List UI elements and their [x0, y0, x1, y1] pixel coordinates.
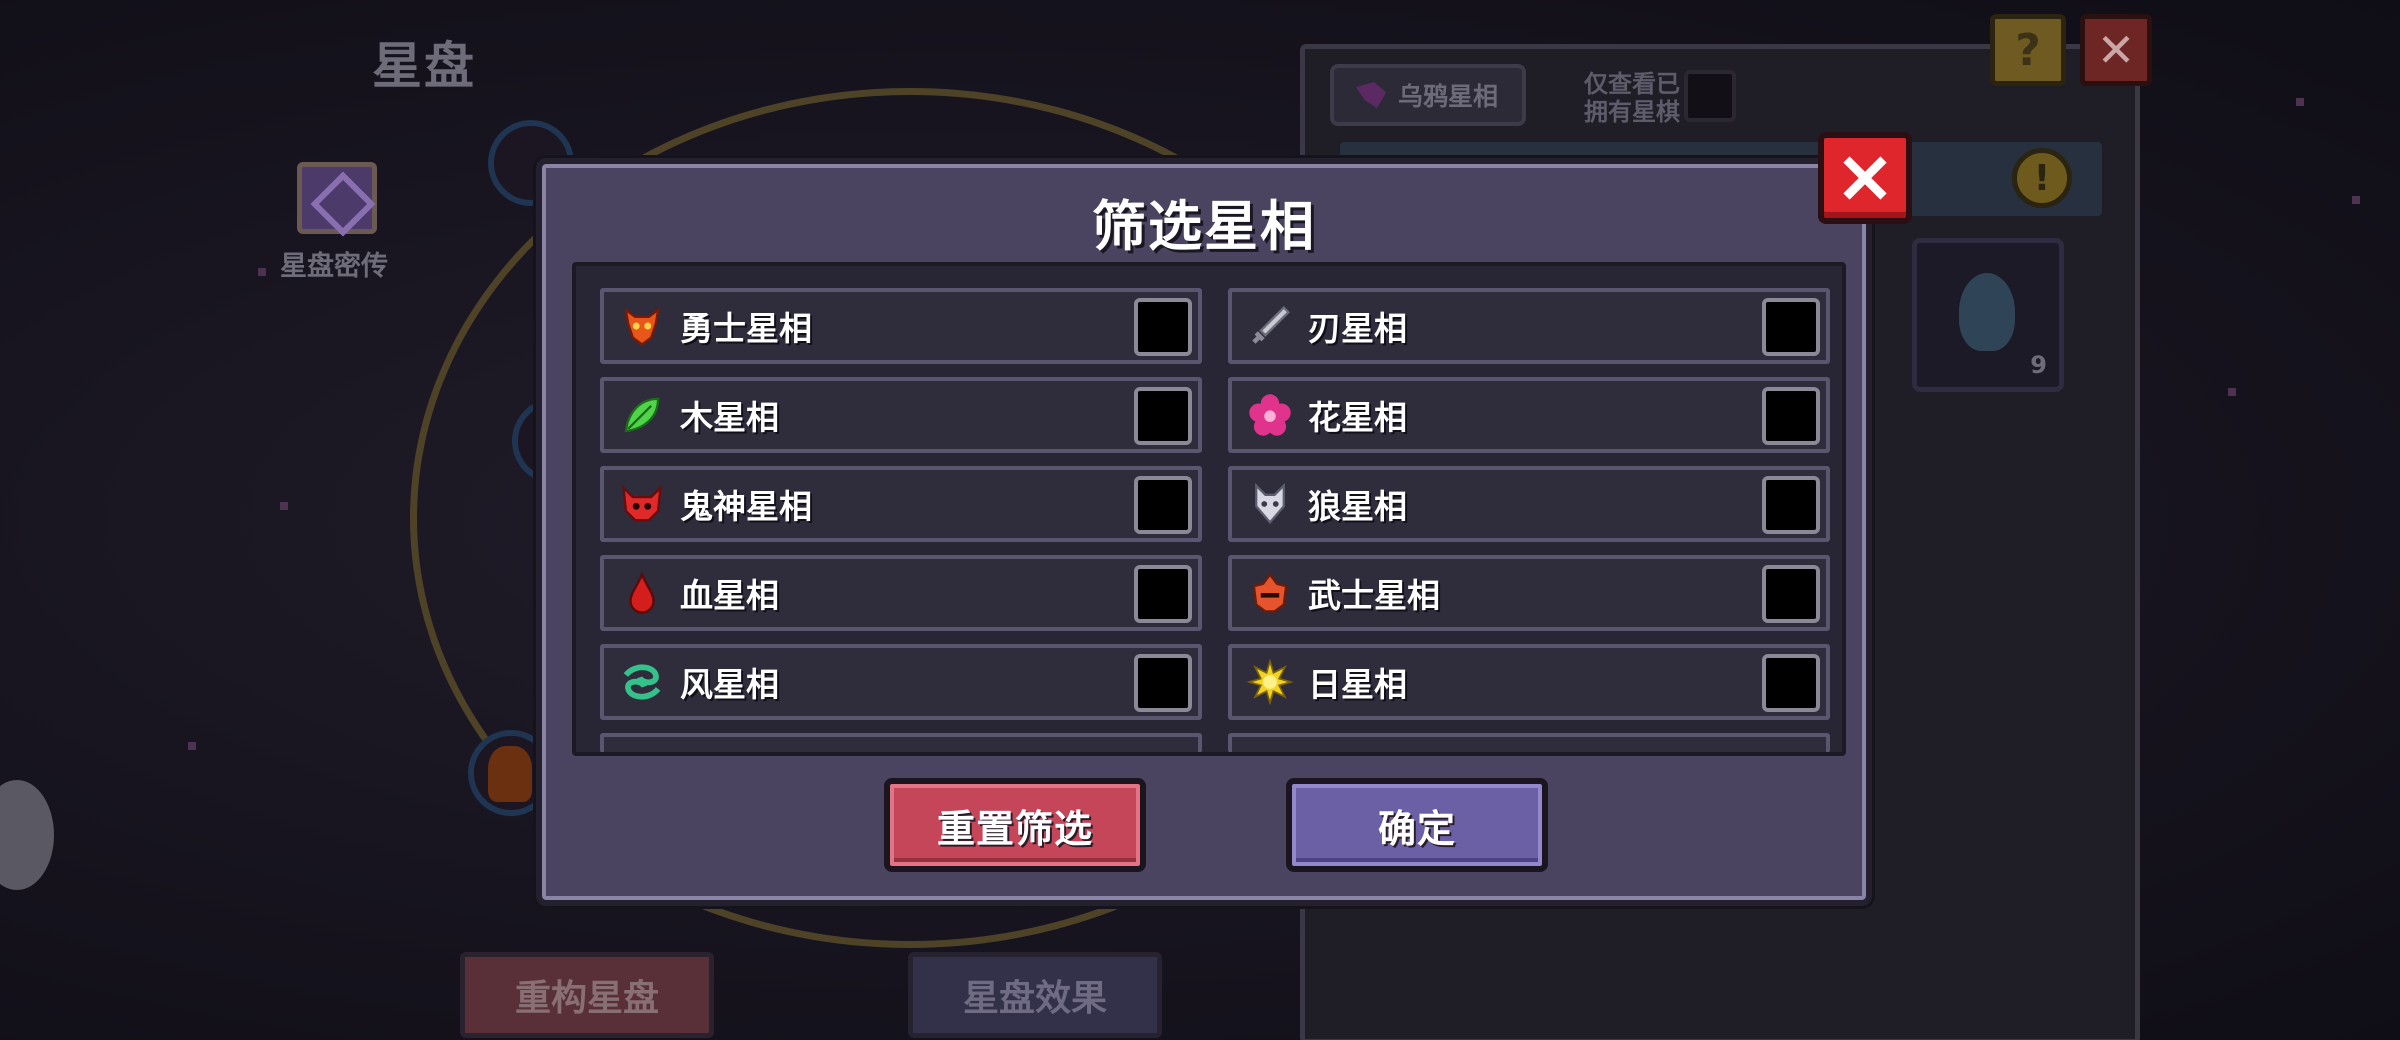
aspect-label: 刃星相: [1308, 309, 1407, 348]
aspect-row-blood[interactable]: 血星相: [600, 555, 1202, 631]
samurai-icon: [1246, 569, 1294, 617]
aspect-checkbox[interactable]: [1134, 654, 1192, 712]
aspect-row-wood[interactable]: 木星相: [600, 377, 1202, 453]
aspect-checkbox[interactable]: [1762, 565, 1820, 623]
owned-only-checkbox[interactable]: [1684, 70, 1736, 122]
aspect-row-blade[interactable]: 刃星相: [1228, 288, 1830, 364]
owned-only-line: 仅查看已: [1584, 70, 1680, 98]
starboard-title: 星盘: [372, 37, 476, 95]
owned-only-label: 仅查看已 拥有星棋: [1584, 70, 1680, 126]
leaf-icon: [618, 391, 666, 439]
starboard-secret-icon[interactable]: [297, 162, 377, 234]
aspect-row-wolf[interactable]: 狼星相: [1228, 466, 1830, 542]
starboard-effect-button[interactable]: 星盘效果: [908, 952, 1162, 1038]
rebuild-starboard-button[interactable]: 重构星盘: [460, 952, 714, 1038]
aspect-label: 日星相: [1308, 665, 1407, 704]
aspect-label: 花星相: [1308, 398, 1407, 437]
aspect-label: 勇士星相: [680, 309, 812, 348]
aspect-label: 武士星相: [1308, 576, 1440, 615]
star-sparkle: [2228, 388, 2236, 396]
crow-filter-button[interactable]: 乌鸦星相: [1330, 64, 1526, 126]
dialog-close-button[interactable]: [1818, 132, 1912, 224]
aspect-row-partial[interactable]: [1228, 733, 1830, 752]
aspect-checkbox[interactable]: [1762, 387, 1820, 445]
aspect-label: 狼星相: [1308, 487, 1407, 526]
warning-icon[interactable]: !: [2012, 148, 2072, 208]
flower-icon: [1246, 391, 1294, 439]
game-screen: 星盘 星盘密传 重构星盘 星盘效果 乌鸦星相 仅查看已 拥有星棋 ! 9 ? ✕…: [0, 0, 2400, 1040]
aspect-row-flower[interactable]: 花星相: [1228, 377, 1830, 453]
dialog-title: 筛选星相: [1092, 195, 1316, 258]
reset-filter-button[interactable]: 重置筛选: [884, 778, 1146, 872]
aspect-label: 血星相: [680, 576, 779, 615]
aspect-checkbox[interactable]: [1762, 298, 1820, 356]
panel-close-button[interactable]: ✕: [2080, 14, 2152, 86]
warrior-icon: [618, 302, 666, 350]
aspect-row-wind[interactable]: 风星相: [600, 644, 1202, 720]
chess-card-count: 9: [2030, 351, 2047, 379]
aspect-row-samurai[interactable]: 武士星相: [1228, 555, 1830, 631]
aspect-row-demon[interactable]: 鬼神星相: [600, 466, 1202, 542]
aspect-list[interactable]: 勇士星相 刃星相 木星相 花星相 鬼神星相 狼星相 血星相 武士星相 风星相 日…: [572, 262, 1846, 756]
crow-label: 乌鸦星相: [1398, 82, 1499, 111]
star-sparkle: [2352, 196, 2360, 204]
side-menu-button[interactable]: [0, 780, 54, 890]
aspect-checkbox[interactable]: [1762, 476, 1820, 534]
wolf-icon: [1246, 480, 1294, 528]
aspect-checkbox[interactable]: [1134, 387, 1192, 445]
filter-aspect-dialog: 筛选星相 勇士星相 刃星相 木星相 花星相 鬼神星相 狼星相 血星相 武士星相 …: [536, 132, 1912, 906]
aspect-checkbox[interactable]: [1134, 476, 1192, 534]
aspect-checkbox[interactable]: [1762, 654, 1820, 712]
crow-icon: [1356, 82, 1386, 108]
sun-icon: [1246, 658, 1294, 706]
help-button[interactable]: ?: [1990, 14, 2066, 86]
star-sparkle: [280, 502, 288, 510]
aspect-label: 木星相: [680, 398, 779, 437]
wind-icon: [618, 658, 666, 706]
aspect-checkbox[interactable]: [1134, 565, 1192, 623]
star-sparkle: [188, 742, 196, 750]
chess-card[interactable]: 9: [1912, 238, 2064, 392]
blade-icon: [1246, 302, 1294, 350]
confirm-button[interactable]: 确定: [1286, 778, 1548, 872]
aspect-row-partial[interactable]: [600, 733, 1202, 752]
aspect-row-sun[interactable]: 日星相: [1228, 644, 1830, 720]
star-sparkle: [2296, 98, 2304, 106]
aspect-row-warrior[interactable]: 勇士星相: [600, 288, 1202, 364]
starboard-secret-label: 星盘密传: [280, 251, 388, 282]
aspect-label: 风星相: [680, 665, 779, 704]
demon-icon: [618, 480, 666, 528]
aspect-label: 鬼神星相: [680, 487, 812, 526]
owned-only-line: 拥有星棋: [1584, 98, 1680, 126]
aspect-checkbox[interactable]: [1134, 298, 1192, 356]
blood-drop-icon: [618, 569, 666, 617]
close-icon: [1843, 156, 1887, 200]
star-sparkle: [258, 268, 266, 276]
